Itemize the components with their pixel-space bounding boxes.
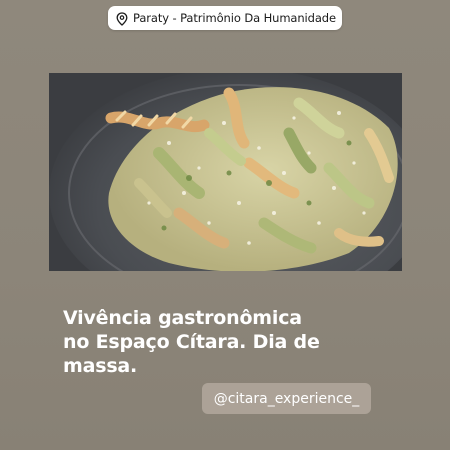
- location-sticker[interactable]: Paraty - Patrimônio Da Humanidade: [108, 6, 342, 30]
- mention-sticker[interactable]: @citara_experience_: [202, 383, 371, 414]
- story-caption: Vivência gastronômica no Espaço Cítara. …: [63, 307, 320, 377]
- map-pin-icon: [116, 11, 128, 26]
- mention-label: @citara_experience_: [213, 390, 360, 407]
- location-label: Paraty - Patrimônio Da Humanidade: [133, 11, 336, 25]
- story-frame: Paraty - Patrimônio Da Humanidade Vivênc…: [0, 0, 450, 450]
- food-photo: [49, 73, 402, 271]
